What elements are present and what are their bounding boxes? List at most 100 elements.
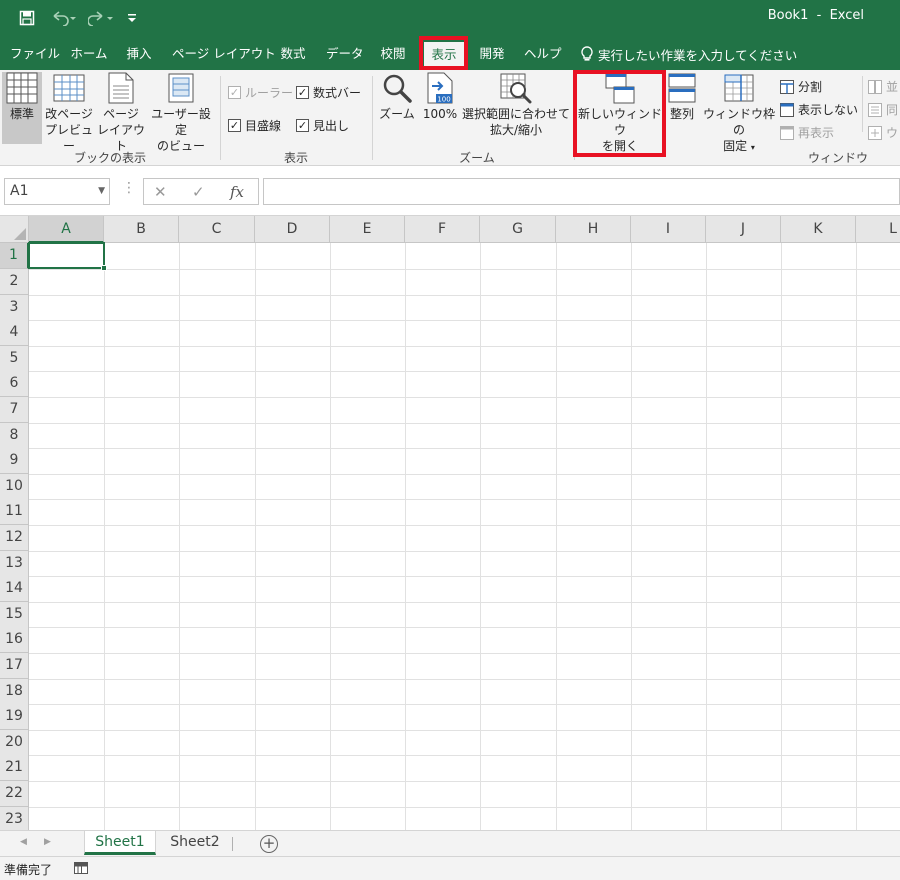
row-header[interactable]: 21 <box>0 755 29 781</box>
unhide-window-label: 再表示 <box>798 126 835 140</box>
hide-window-button[interactable]: 表示しない <box>780 101 858 118</box>
page-break-preview-button[interactable]: 改ページ プレビュー <box>44 72 94 153</box>
add-sheet-button[interactable]: + <box>260 835 278 853</box>
row-header[interactable]: 10 <box>0 474 29 500</box>
row-header[interactable]: 15 <box>0 602 29 628</box>
split-button[interactable]: 分割 <box>780 78 822 95</box>
row-header[interactable]: 2 <box>0 269 29 295</box>
zoom-selection-icon <box>500 73 532 104</box>
ruler-checkbox[interactable]: ✓ ルーラー <box>228 84 293 101</box>
cancel-icon[interactable]: ✕ <box>154 183 167 201</box>
formula-bar: A1 ▼ ⋮ ✕ ✓ fx <box>0 166 900 216</box>
row-header[interactable]: 22 <box>0 781 29 807</box>
scroll-right-icon[interactable]: ▶ <box>44 837 51 847</box>
column-header[interactable]: K <box>781 216 856 243</box>
column-header[interactable]: J <box>706 216 781 243</box>
insert-function-icon[interactable]: fx <box>230 183 244 201</box>
cell-gridlines[interactable] <box>29 243 900 830</box>
column-header[interactable]: A <box>29 216 104 243</box>
chevron-down-icon[interactable]: ▼ <box>98 179 105 204</box>
save-icon[interactable] <box>16 8 38 28</box>
synchronous-scrolling-button[interactable]: 同 <box>868 101 898 118</box>
enter-check-icon[interactable]: ✓ <box>192 183 205 201</box>
tab-review[interactable]: 校閲 <box>378 44 408 64</box>
gridlines-checkbox[interactable]: ✓ 目盛線 <box>228 117 281 134</box>
new-window-button[interactable]: 新しいウィンドウ を開く <box>578 72 662 153</box>
normal-view-button[interactable]: 標準 <box>2 72 42 144</box>
page-layout-view-icon <box>108 72 134 104</box>
column-header[interactable]: D <box>255 216 330 243</box>
column-header[interactable]: C <box>179 216 255 243</box>
row-header[interactable]: 6 <box>0 371 29 397</box>
undo-icon[interactable] <box>48 8 78 28</box>
unhide-window-button[interactable]: 再表示 <box>780 124 834 141</box>
tab-home[interactable]: ホーム <box>70 44 108 64</box>
sheet-tab-sheet2[interactable]: Sheet2 <box>160 831 230 855</box>
headings-checkbox[interactable]: ✓ 見出し <box>296 117 349 134</box>
view-side-by-side-button[interactable]: 並 <box>868 78 898 95</box>
formula-bar-checkbox[interactable]: ✓ 数式バー <box>296 84 361 101</box>
tab-help[interactable]: ヘルプ <box>524 44 562 64</box>
row-header[interactable]: 12 <box>0 525 29 551</box>
group-label-window: ウィンドウ <box>808 151 869 165</box>
ribbon-separator <box>220 76 221 160</box>
tab-developer[interactable]: 開発 <box>477 44 507 64</box>
arrange-all-button[interactable]: 整列 <box>664 72 700 144</box>
column-header[interactable]: G <box>480 216 556 243</box>
gridlines-check-icon: ✓ <box>228 119 241 132</box>
tab-view[interactable]: 表示 <box>424 42 464 70</box>
zoom-to-selection-button[interactable]: 選択範囲に合わせて 拡大/縮小 <box>462 72 570 144</box>
chevron-down-icon: ▾ <box>750 143 755 152</box>
column-header[interactable]: I <box>631 216 706 243</box>
row-header[interactable]: 5 <box>0 346 29 372</box>
customize-icon[interactable] <box>124 8 140 28</box>
zoom-button[interactable]: ズーム <box>378 72 416 144</box>
scroll-left-icon[interactable]: ◀ <box>20 837 27 847</box>
tell-me-text: 実行したい作業を入力してください <box>598 47 798 63</box>
column-header[interactable]: B <box>104 216 179 243</box>
tab-insert[interactable]: 挿入 <box>124 44 154 64</box>
row-header[interactable]: 4 <box>0 320 29 346</box>
page-layout-view-button[interactable]: ページ レイアウト <box>96 72 146 153</box>
sheet-tab-sheet1[interactable]: Sheet1 <box>84 831 156 855</box>
row-header[interactable]: 3 <box>0 295 29 321</box>
redo-icon[interactable] <box>86 8 116 28</box>
zoom-100-button[interactable]: 100 100% <box>420 72 460 144</box>
reset-window-position-button[interactable]: ウ <box>868 124 898 141</box>
custom-views-button[interactable]: ユーザー設定 のビュー <box>146 72 216 153</box>
row-header[interactable]: 20 <box>0 730 29 756</box>
fill-handle[interactable] <box>101 265 107 271</box>
row-header[interactable]: 9 <box>0 448 29 474</box>
row-header[interactable]: 16 <box>0 627 29 653</box>
row-header[interactable]: 19 <box>0 704 29 730</box>
row-header[interactable]: 23 <box>0 807 29 830</box>
tab-file[interactable]: ファイル <box>10 44 60 64</box>
row-header[interactable]: 7 <box>0 397 29 423</box>
row-header[interactable]: 11 <box>0 499 29 525</box>
row-header[interactable]: 14 <box>0 576 29 602</box>
row-header[interactable]: 1 <box>0 243 29 269</box>
normal-view-icon <box>6 72 38 104</box>
row-header[interactable]: 8 <box>0 423 29 449</box>
freeze-panes-button[interactable]: ウィンドウ枠の 固定 ▾ <box>702 72 776 153</box>
column-header[interactable]: F <box>405 216 480 243</box>
freeze-panes-icon <box>724 74 754 102</box>
normal-view-label: 標準 <box>9 107 34 121</box>
macro-record-icon[interactable] <box>74 862 88 874</box>
row-header[interactable]: 18 <box>0 679 29 705</box>
tab-formulas[interactable]: 数式 <box>278 44 308 64</box>
row-header[interactable]: 13 <box>0 551 29 577</box>
zoom-100-label: 100% <box>422 107 458 121</box>
column-header[interactable]: L <box>856 216 900 243</box>
column-header[interactable]: H <box>556 216 631 243</box>
column-header[interactable]: E <box>330 216 405 243</box>
custom-views-icon <box>168 73 194 103</box>
tab-page-layout[interactable]: ページ レイアウト <box>172 44 276 64</box>
row-header[interactable]: 17 <box>0 653 29 679</box>
tab-data[interactable]: データ <box>326 44 364 64</box>
name-box[interactable]: A1 ▼ <box>4 178 110 205</box>
select-all-corner[interactable] <box>0 216 29 243</box>
tell-me-search[interactable]: 実行したい作業を入力してください <box>580 44 797 64</box>
formula-input[interactable] <box>263 178 900 205</box>
active-cell-a1[interactable] <box>28 242 107 271</box>
